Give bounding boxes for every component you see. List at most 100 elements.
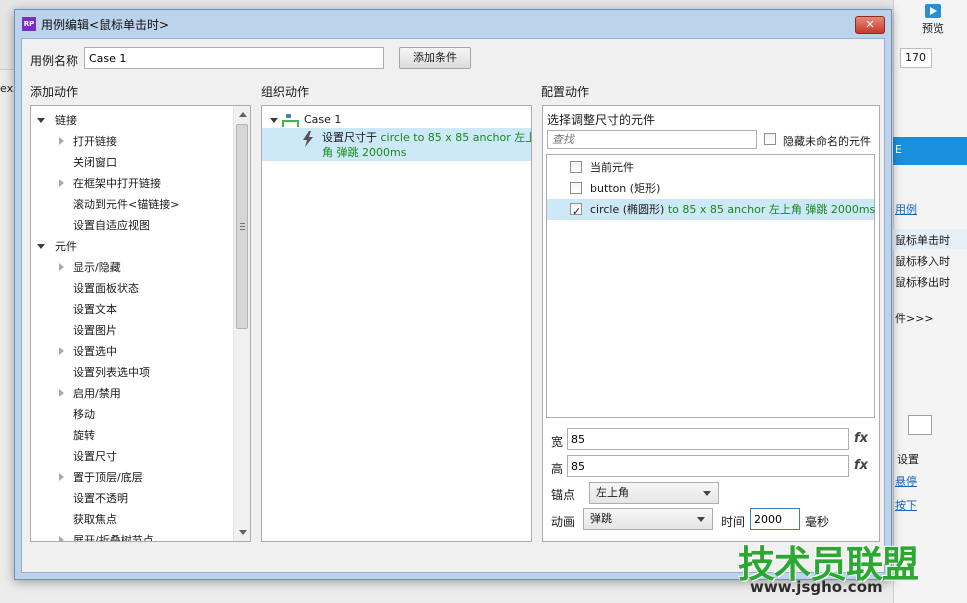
widget-name: circle (椭圆形) xyxy=(590,203,665,216)
expand-right-icon[interactable] xyxy=(59,137,64,145)
action-tree-item-label: 关闭窗口 xyxy=(73,156,117,169)
bg-more-events[interactable]: 件>>> xyxy=(895,310,934,326)
expand-down-icon[interactable] xyxy=(37,118,45,123)
expand-right-icon[interactable] xyxy=(59,347,64,355)
widget-row[interactable]: 当前元件 xyxy=(547,157,874,178)
close-button[interactable]: ✕ xyxy=(855,16,885,34)
anchor-label: 锚点 xyxy=(551,488,576,502)
action-tree-item[interactable]: 设置面板状态 xyxy=(31,278,231,299)
action-tree-item[interactable]: 打开链接 xyxy=(31,131,231,152)
bg-item-click[interactable]: 鼠标单击时 xyxy=(895,232,950,248)
action-tree-item[interactable]: 置于顶层/底层 xyxy=(31,467,231,488)
time-unit-label: 毫秒 xyxy=(805,515,830,529)
width-input[interactable] xyxy=(567,428,849,450)
animation-select[interactable]: 弹跳 xyxy=(583,508,713,530)
lightning-icon xyxy=(303,131,313,147)
action-tree-item[interactable]: 关闭窗口 xyxy=(31,152,231,173)
scroll-thumb[interactable] xyxy=(236,124,248,329)
action-tree-item[interactable]: 展开/折叠树节点 xyxy=(31,530,231,542)
add-action-heading: 添加动作 xyxy=(30,85,79,99)
case-name-input[interactable] xyxy=(84,47,384,69)
expand-right-icon[interactable] xyxy=(59,263,64,271)
expand-down-icon[interactable] xyxy=(37,244,45,249)
action-tree-item[interactable]: 设置尺寸 xyxy=(31,446,231,467)
action-tree-item[interactable]: 获取焦点 xyxy=(31,509,231,530)
zoom-field[interactable]: 170 xyxy=(900,48,932,68)
case-node-label: Case 1 xyxy=(304,113,342,126)
bg-setting-label: 设置 xyxy=(897,453,919,466)
action-tree-item[interactable]: 设置自适应视图 xyxy=(31,215,231,236)
widget-row[interactable]: button (矩形) xyxy=(547,178,874,199)
action-tree-item[interactable]: 设置不透明 xyxy=(31,488,231,509)
hide-unnamed-checkbox[interactable] xyxy=(764,133,776,145)
action-tree-item-label: 打开链接 xyxy=(73,135,117,148)
action-tree-item[interactable]: 在框架中打开链接 xyxy=(31,173,231,194)
configure-action-panel: 选择调整尺寸的元件 隐藏未命名的元件 当前元件 button (矩形) circle… xyxy=(542,105,880,542)
scroll-up-arrow-icon[interactable] xyxy=(239,112,247,117)
action-tree-item-label: 展开/折叠树节点 xyxy=(73,534,154,542)
action-tree-item[interactable]: 链接 xyxy=(31,110,231,131)
action-tree-item[interactable]: 滚动到元件<锚链接> xyxy=(31,194,231,215)
action-tree-item-label: 设置尺寸 xyxy=(73,450,117,463)
action-tree-item-label: 旋转 xyxy=(73,429,95,442)
action-tree-item-label: 显示/隐藏 xyxy=(73,261,121,274)
action-tree-item-label: 获取焦点 xyxy=(73,513,117,526)
action-tree-item[interactable]: 设置选中 xyxy=(31,341,231,362)
bg-pressed-link[interactable]: 按下 xyxy=(895,497,917,513)
action-tree-item[interactable]: 设置列表选中项 xyxy=(31,362,231,383)
anchor-select[interactable]: 左上角 xyxy=(589,482,719,504)
action-tree-item[interactable]: 移动 xyxy=(31,404,231,425)
action-tree-item[interactable]: 显示/隐藏 xyxy=(31,257,231,278)
anchor-select-value: 左上角 xyxy=(596,486,629,499)
height-fx-button[interactable]: fx xyxy=(854,458,868,473)
action-tree-item[interactable]: 设置图片 xyxy=(31,320,231,341)
action-tree-scrollbar[interactable] xyxy=(233,106,250,541)
action-tree-item-label: 设置图片 xyxy=(73,324,117,337)
dialog-title: 用例编辑<鼠标单击时> xyxy=(41,18,170,32)
widget-name: button (矩形) xyxy=(590,182,661,195)
expand-right-icon[interactable] xyxy=(59,179,64,187)
widget-checkbox[interactable] xyxy=(570,182,582,194)
organize-action-heading: 组织动作 xyxy=(261,85,310,99)
action-tree-item-label: 设置列表选中项 xyxy=(73,366,150,379)
widget-name: 当前元件 xyxy=(590,161,634,174)
widget-checkbox[interactable] xyxy=(570,201,582,222)
expand-right-icon[interactable] xyxy=(59,536,64,541)
expand-right-icon[interactable] xyxy=(59,389,64,397)
bg-item-leave[interactable]: 鼠标移出时 xyxy=(895,274,950,290)
watermark-url: www.jsgho.com xyxy=(750,578,883,596)
action-detail-line2: 角 弹跳 2000ms xyxy=(322,146,407,159)
action-row-set-size[interactable]: 设置尺寸于 circle to 85 x 85 anchor 左上 角 弹跳 2… xyxy=(262,128,531,161)
expand-down-icon[interactable] xyxy=(270,118,278,123)
action-detail-line1: circle to 85 x 85 anchor 左上 xyxy=(380,131,532,144)
add-condition-button[interactable]: 添加条件 xyxy=(399,47,471,69)
preview-button[interactable]: 预览 xyxy=(918,4,948,36)
action-tree-item-label: 在框架中打开链接 xyxy=(73,177,161,190)
widget-detail: to 85 x 85 anchor 左上角 弹跳 2000ms xyxy=(664,203,876,216)
bg-item-enter[interactable]: 鼠标移入时 xyxy=(895,253,950,269)
bg-color-swatch[interactable] xyxy=(908,415,932,435)
case-sitemap-icon xyxy=(282,114,299,127)
chevron-down-icon xyxy=(697,517,705,522)
width-fx-button[interactable]: fx xyxy=(854,431,868,446)
expand-right-icon[interactable] xyxy=(59,473,64,481)
time-input[interactable] xyxy=(750,508,800,530)
animation-select-value: 弹跳 xyxy=(590,512,612,525)
widget-row[interactable]: circle (椭圆形) to 85 x 85 anchor 左上角 弹跳 20… xyxy=(547,199,876,222)
find-input[interactable] xyxy=(547,130,757,149)
bg-hover-link[interactable]: 悬停 xyxy=(895,473,917,489)
dialog-titlebar[interactable]: RP 用例编辑<鼠标单击时> ✕ xyxy=(15,10,891,38)
action-tree-item-label: 设置文本 xyxy=(73,303,117,316)
widget-checkbox[interactable] xyxy=(570,161,582,173)
bg-usecase-link[interactable]: 用例 xyxy=(895,201,917,217)
action-tree-item[interactable]: 设置文本 xyxy=(31,299,231,320)
scroll-down-arrow-icon[interactable] xyxy=(239,530,247,535)
background-tab[interactable]: E xyxy=(893,137,967,165)
action-tree-item-label: 元件 xyxy=(55,240,77,253)
action-tree-item[interactable]: 旋转 xyxy=(31,425,231,446)
preview-label: 预览 xyxy=(922,22,944,35)
action-tree-item[interactable]: 元件 xyxy=(31,236,231,257)
action-tree-item[interactable]: 启用/禁用 xyxy=(31,383,231,404)
configure-action-heading: 配置动作 xyxy=(541,85,590,99)
height-input[interactable] xyxy=(567,455,849,477)
